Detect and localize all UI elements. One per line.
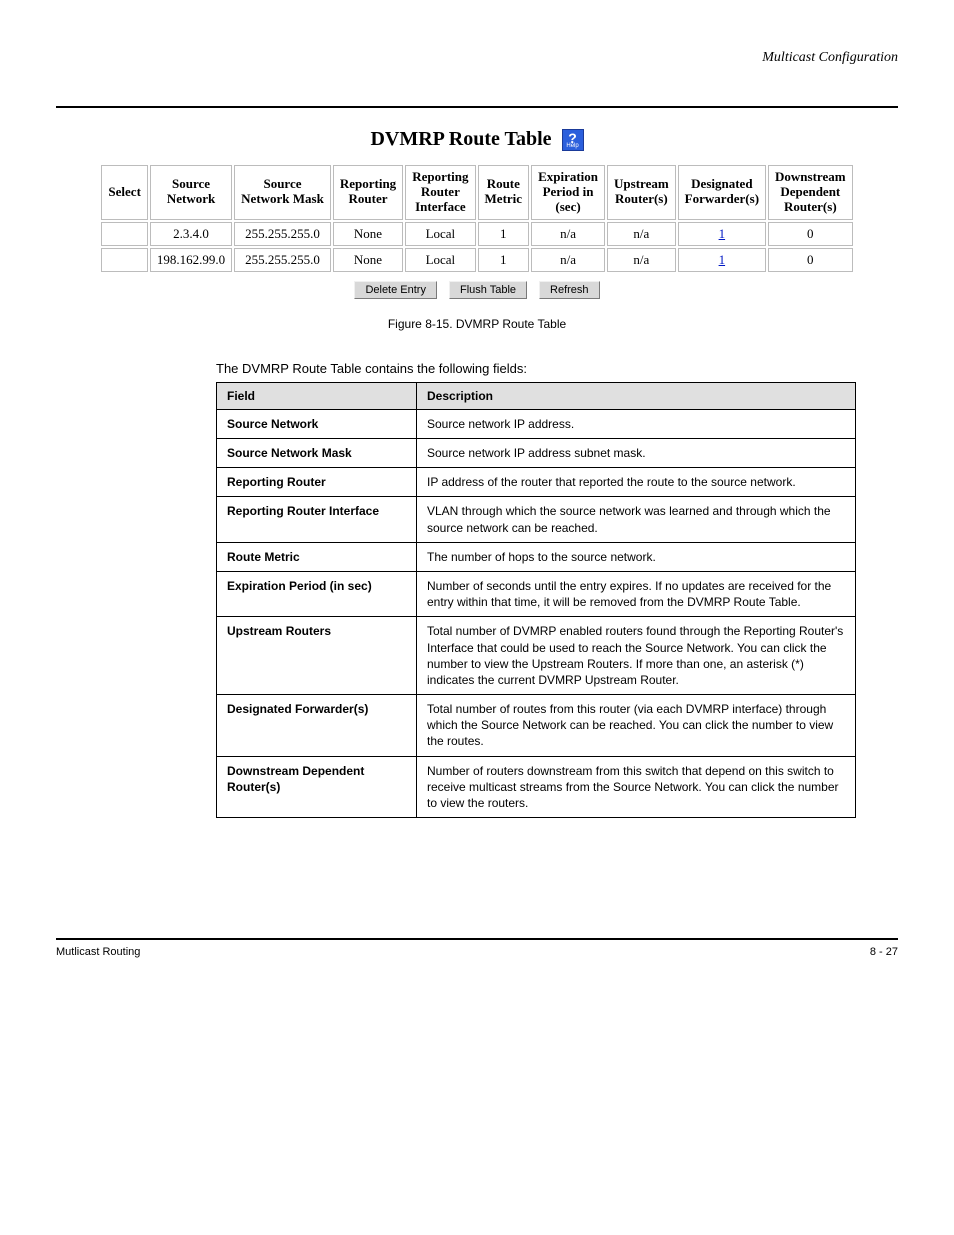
fields-col-field: Field: [217, 382, 417, 409]
field-desc: IP address of the router that reported t…: [417, 468, 856, 497]
field-desc: Number of seconds until the entry expire…: [417, 571, 856, 616]
cell-rep_iface: Local: [405, 248, 475, 272]
cell-expire: n/a: [531, 222, 605, 246]
cell-src_mask: 255.255.255.0: [234, 248, 331, 272]
cell-upstream: n/a: [607, 222, 676, 246]
field-name: Upstream Routers: [217, 617, 417, 695]
cell-select[interactable]: [101, 248, 147, 272]
col-expire: ExpirationPeriod in(sec): [531, 165, 605, 220]
field-name: Reporting Router: [217, 468, 417, 497]
top-rule: [56, 106, 898, 108]
cell-src_mask: 255.255.255.0: [234, 222, 331, 246]
footer-rule: [56, 938, 898, 940]
fields-row: Reporting Router InterfaceVLAN through w…: [217, 497, 856, 542]
col-src-mask: SourceNetwork Mask: [234, 165, 331, 220]
cell-desig: 1: [678, 248, 766, 272]
col-rep-router: ReportingRouter: [333, 165, 403, 220]
help-icon[interactable]: Help: [562, 129, 584, 151]
cell-upstream: n/a: [607, 248, 676, 272]
delete-entry-button[interactable]: Delete Entry: [354, 281, 437, 299]
field-name: Downstream Dependent Router(s): [217, 756, 417, 818]
fields-row: Upstream RoutersTotal number of DVMRP en…: [217, 617, 856, 695]
designated-forwarders-link[interactable]: 1: [719, 226, 726, 241]
fields-row: Expiration Period (in sec)Number of seco…: [217, 571, 856, 616]
fields-row: Route MetricThe number of hops to the so…: [217, 542, 856, 571]
footer-left: Mutlicast Routing: [56, 946, 140, 958]
fields-row: Reporting RouterIP address of the router…: [217, 468, 856, 497]
fields-intro: The DVMRP Route Table contains the follo…: [216, 361, 898, 376]
col-metric: RouteMetric: [478, 165, 530, 220]
field-name: Source Network: [217, 409, 417, 438]
route-table-head: Select SourceNetwork SourceNetwork Mask …: [101, 165, 852, 220]
designated-forwarders-link[interactable]: 1: [719, 252, 726, 267]
field-desc: Source network IP address.: [417, 409, 856, 438]
col-rep-iface: ReportingRouterInterface: [405, 165, 475, 220]
fields-row: Source NetworkSource network IP address.: [217, 409, 856, 438]
fields-col-description: Description: [417, 382, 856, 409]
cell-src_net: 2.3.4.0: [150, 222, 232, 246]
fields-row: Source Network MaskSource network IP add…: [217, 439, 856, 468]
field-name: Source Network Mask: [217, 439, 417, 468]
section-header: Multicast Configuration: [56, 50, 898, 66]
fields-row: Designated Forwarder(s)Total number of r…: [217, 695, 856, 757]
field-name: Expiration Period (in sec): [217, 571, 417, 616]
col-upstream: UpstreamRouter(s): [607, 165, 676, 220]
table-row: 198.162.99.0255.255.255.0NoneLocal1n/an/…: [101, 248, 852, 272]
cell-src_net: 198.162.99.0: [150, 248, 232, 272]
fields-table: Field Description Source NetworkSource n…: [216, 382, 856, 818]
cell-rep_iface: Local: [405, 222, 475, 246]
fields-row: Downstream Dependent Router(s)Number of …: [217, 756, 856, 818]
cell-metric: 1: [478, 248, 530, 272]
cell-select[interactable]: [101, 222, 147, 246]
help-icon-label: Help: [563, 143, 583, 149]
field-desc: Total number of routes from this router …: [417, 695, 856, 757]
col-depend: DownstreamDependentRouter(s): [768, 165, 853, 220]
figure-caption: Figure 8-15. DVMRP Route Table: [56, 317, 898, 331]
field-desc: Source network IP address subnet mask.: [417, 439, 856, 468]
route-table-title: DVMRP Route Table: [370, 128, 551, 150]
cell-rep_router: None: [333, 222, 403, 246]
field-name: Reporting Router Interface: [217, 497, 417, 542]
field-name: Route Metric: [217, 542, 417, 571]
field-desc: VLAN through which the source network wa…: [417, 497, 856, 542]
field-desc: The number of hops to the source network…: [417, 542, 856, 571]
table-row: 2.3.4.0255.255.255.0NoneLocal1n/an/a10: [101, 222, 852, 246]
col-desig: DesignatedForwarder(s): [678, 165, 766, 220]
dvmrp-route-table: Select SourceNetwork SourceNetwork Mask …: [99, 163, 854, 274]
field-desc: Total number of DVMRP enabled routers fo…: [417, 617, 856, 695]
refresh-button[interactable]: Refresh: [539, 281, 600, 299]
field-desc: Number of routers downstream from this s…: [417, 756, 856, 818]
footer-right: 8 - 27: [870, 946, 898, 958]
col-src-net: SourceNetwork: [150, 165, 232, 220]
cell-desig: 1: [678, 222, 766, 246]
field-name: Designated Forwarder(s): [217, 695, 417, 757]
cell-expire: n/a: [531, 248, 605, 272]
route-table-body: 2.3.4.0255.255.255.0NoneLocal1n/an/a1019…: [101, 222, 852, 272]
flush-table-button[interactable]: Flush Table: [449, 281, 527, 299]
col-select: Select: [101, 165, 147, 220]
cell-depend: 0: [768, 222, 853, 246]
cell-depend: 0: [768, 248, 853, 272]
cell-metric: 1: [478, 222, 530, 246]
cell-rep_router: None: [333, 248, 403, 272]
